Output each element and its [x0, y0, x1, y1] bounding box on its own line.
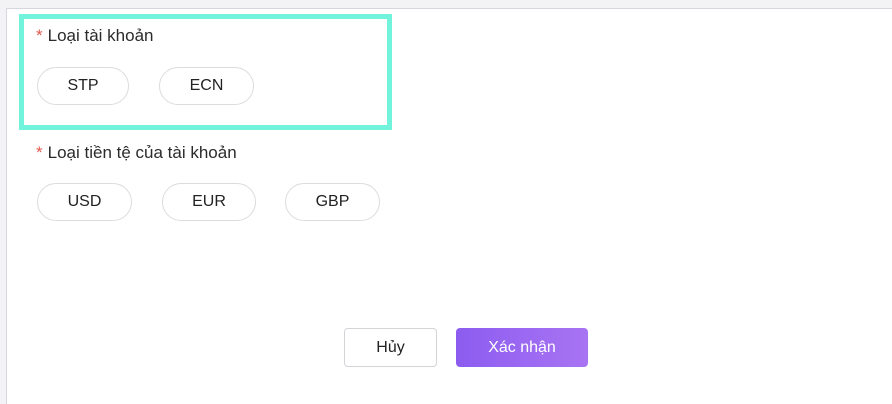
- dialog-panel: [6, 8, 892, 404]
- account-type-option-ecn[interactable]: ECN: [159, 67, 254, 105]
- required-mark: *: [36, 26, 43, 45]
- currency-option-gbp[interactable]: GBP: [285, 183, 380, 221]
- confirm-button[interactable]: Xác nhận: [456, 328, 588, 367]
- required-mark: *: [36, 143, 43, 162]
- currency-label: * Loại tiền tệ của tài khoản: [36, 143, 237, 163]
- cancel-button[interactable]: Hủy: [344, 328, 437, 367]
- account-type-option-stp[interactable]: STP: [37, 67, 129, 105]
- currency-option-eur[interactable]: EUR: [162, 183, 256, 221]
- currency-option-usd[interactable]: USD: [37, 183, 132, 221]
- account-type-label: * Loại tài khoản: [36, 26, 154, 46]
- currency-label-text: Loại tiền tệ của tài khoản: [47, 143, 237, 162]
- account-type-label-text: Loại tài khoản: [47, 26, 154, 45]
